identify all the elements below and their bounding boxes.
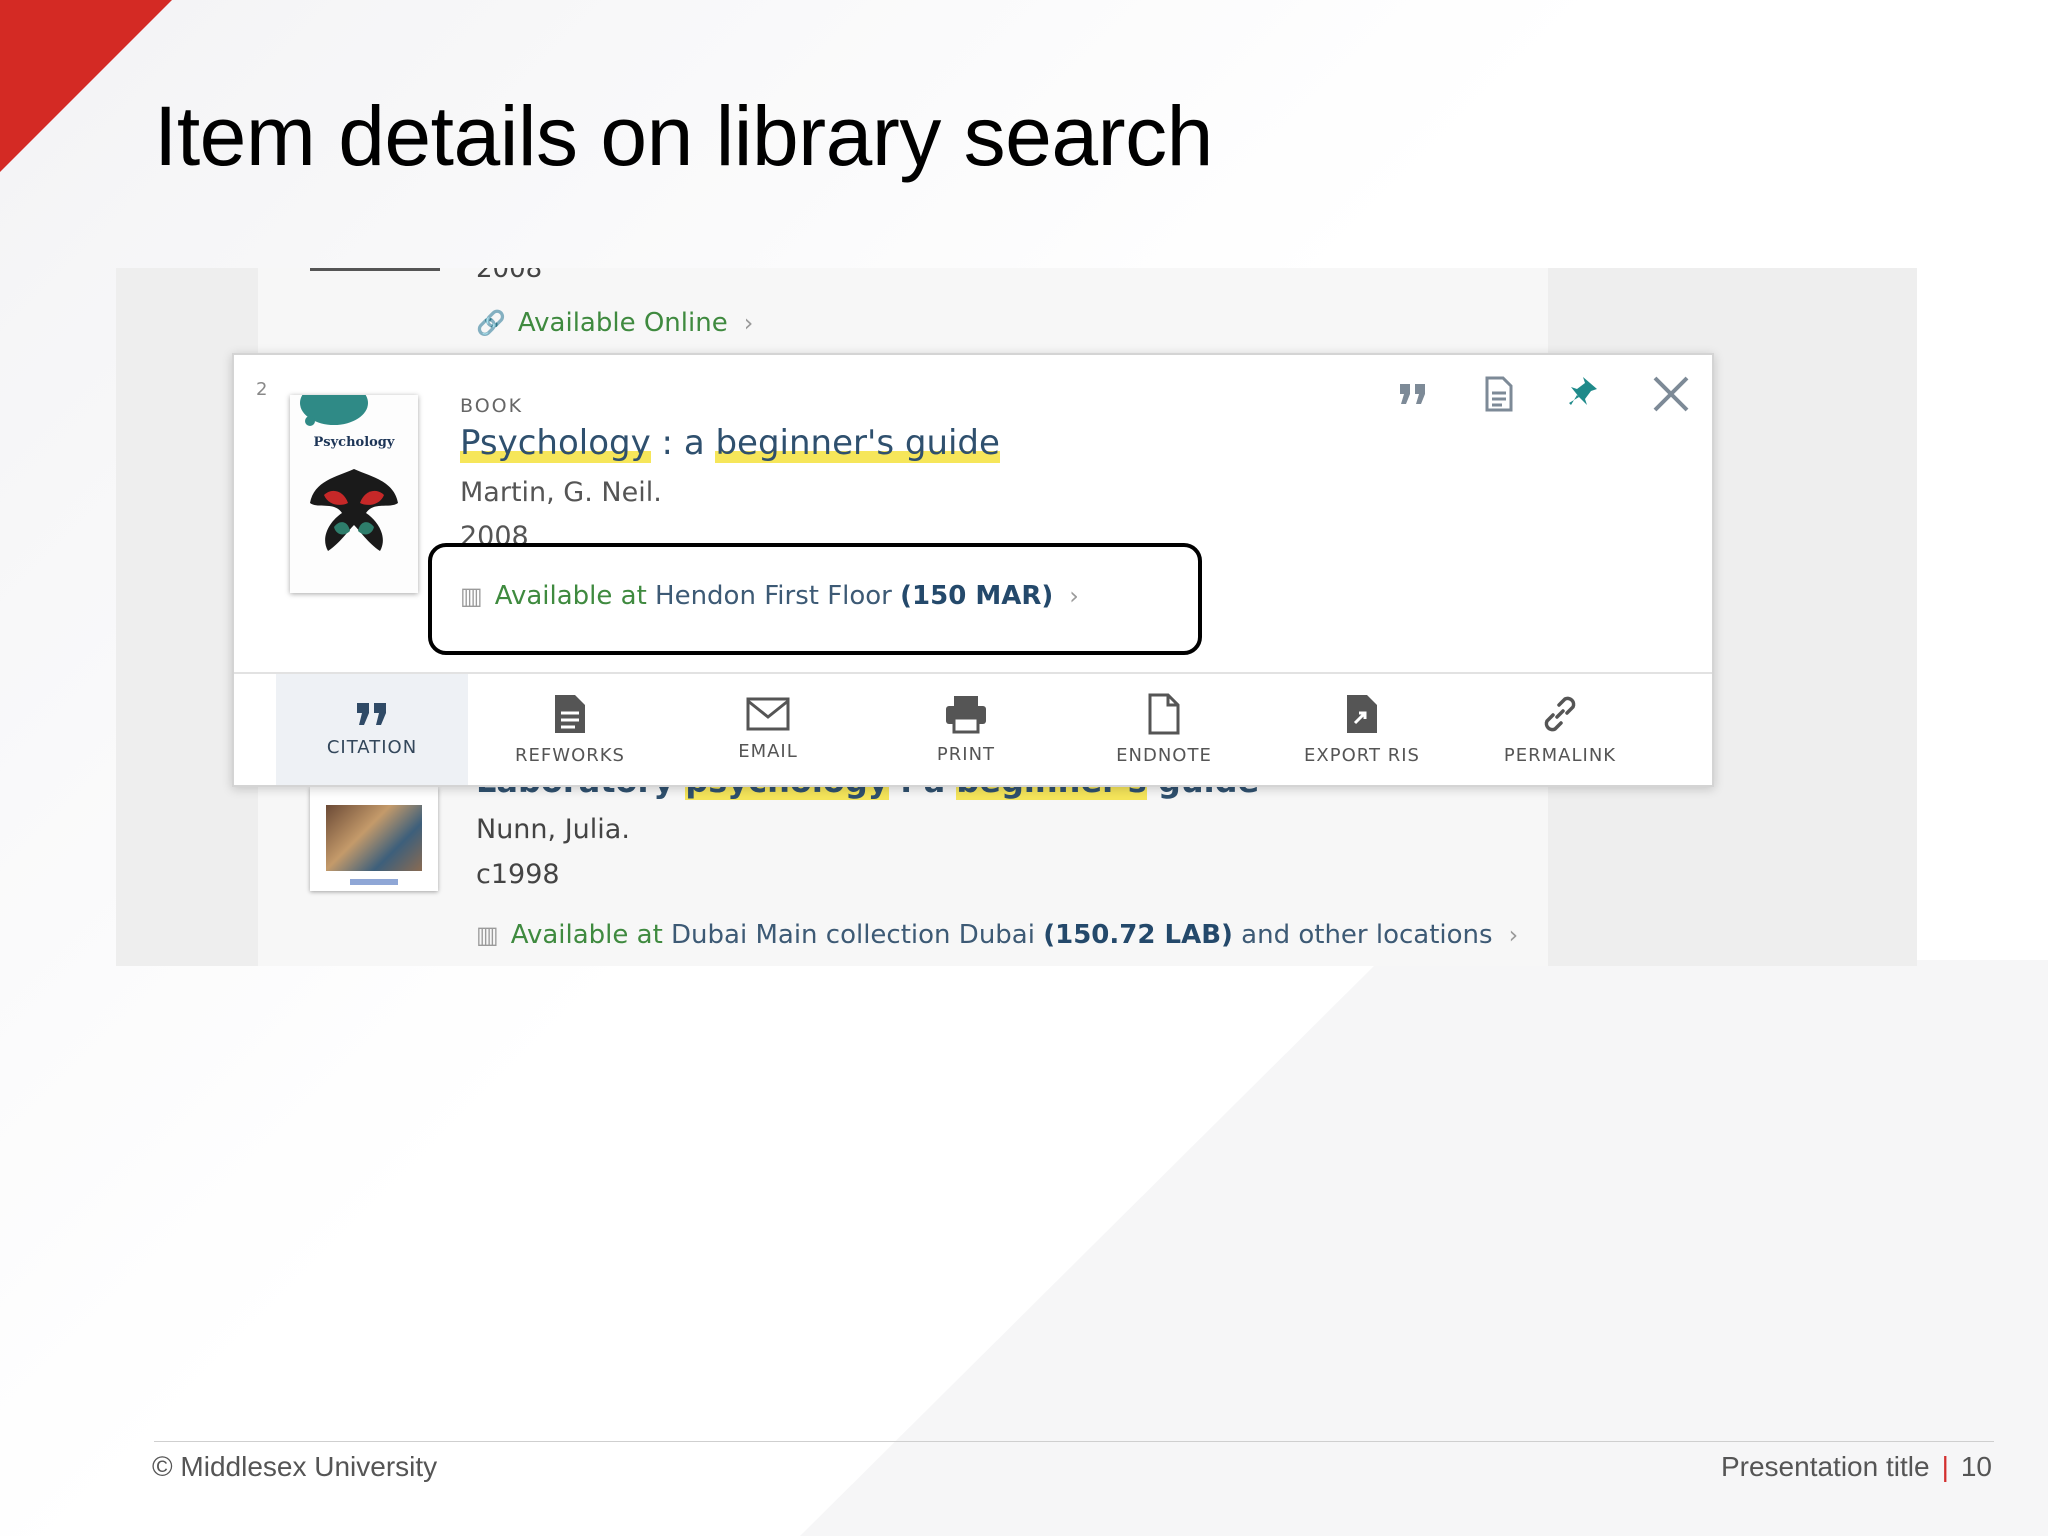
email-icon (746, 697, 790, 731)
previous-availability-link[interactable]: 🔗 Available Online › (476, 308, 753, 338)
quote-icon (357, 703, 386, 725)
card-actions (1392, 373, 1692, 415)
refworks-button[interactable]: REFWORKS (474, 674, 666, 785)
footer-separator: | (1941, 1451, 1949, 1482)
chevron-right-icon: › (1508, 921, 1519, 949)
book-title-link[interactable]: Psychology : a beginner's guide (460, 423, 1000, 463)
footer-divider (154, 1441, 1994, 1442)
book-cover[interactable]: Psychology (290, 395, 418, 593)
next-item-year: c1998 (476, 859, 560, 890)
document-icon[interactable] (1478, 373, 1520, 415)
annotation-highlight-box (428, 543, 1202, 655)
result-index: 2 (256, 379, 268, 400)
page-number: 10 (1960, 1451, 1992, 1482)
print-button[interactable]: PRINT (870, 674, 1062, 785)
book-shelf-icon: ▥ (476, 921, 499, 949)
document-icon (555, 695, 585, 733)
export-icon (1347, 695, 1377, 733)
permalink-button[interactable]: PERMALINK (1464, 674, 1656, 785)
next-item-thumbnail[interactable] (310, 787, 438, 891)
send-to-toolbar: CITATION REFWORKS EMAIL PRINT ENDNOTE EX… (276, 674, 1676, 785)
quote-icon[interactable] (1392, 373, 1434, 415)
footer-presentation-title: Presentation title (1720, 1451, 1930, 1482)
print-icon (946, 696, 986, 734)
previous-thumbnail-edge (310, 268, 440, 271)
corner-triangle (0, 0, 172, 172)
author: Martin, G. Neil. (460, 477, 662, 508)
link-icon: 🔗 (476, 309, 506, 337)
next-item-author: Nunn, Julia. (476, 814, 630, 845)
citation-button[interactable]: CITATION (276, 674, 468, 785)
cover-title: Psychology (313, 435, 395, 450)
previous-item-year: 2008 (476, 268, 543, 284)
selected-item-card[interactable]: 2 Psychology BOOK Psychology : a beginne… (232, 353, 1714, 787)
footer-copyright: © Middlesex University (152, 1451, 438, 1482)
footer-right: Presentation title | 10 (1721, 1451, 1992, 1483)
export-ris-button[interactable]: EXPORT RIS (1266, 674, 1458, 785)
file-icon (1148, 693, 1180, 735)
availability-text: Available Online (517, 308, 728, 338)
resource-type: BOOK (460, 395, 524, 417)
link-icon (1544, 696, 1576, 732)
slide-title: Item details on library search (154, 89, 1213, 183)
chevron-right-icon: › (743, 309, 754, 337)
email-button[interactable]: EMAIL (672, 674, 864, 785)
next-availability-link[interactable]: ▥ Available at Dubai Main collection Dub… (476, 920, 1518, 950)
endnote-button[interactable]: ENDNOTE (1068, 674, 1260, 785)
pin-icon[interactable] (1564, 373, 1606, 415)
close-icon[interactable] (1650, 373, 1692, 415)
